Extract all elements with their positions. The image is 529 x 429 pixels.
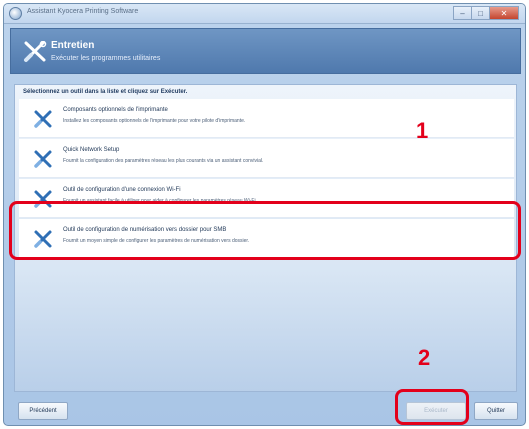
tool-item-optional-components[interactable]: Composants optionnels de l'imprimante In… bbox=[19, 99, 514, 138]
tool-description: Fournit la configuration des paramètres … bbox=[63, 158, 264, 164]
tool-name: Outil de configuration d'une connexion W… bbox=[63, 187, 181, 193]
tool-description: Fournit un moyen simple de configurer le… bbox=[63, 238, 250, 244]
maximize-icon[interactable]: □ bbox=[471, 6, 489, 20]
page-header: Entretien Exécuter les programmes utilit… bbox=[10, 28, 521, 74]
close-icon[interactable]: ✕ bbox=[489, 6, 519, 20]
tool-item-wifi-setup[interactable]: Outil de configuration d'une connexion W… bbox=[19, 179, 514, 218]
tools-icon bbox=[34, 190, 52, 208]
step-2-label: 2 bbox=[418, 345, 431, 370]
quit-button[interactable]: Quitter bbox=[474, 402, 518, 420]
window-controls: – □ ✕ bbox=[453, 6, 519, 20]
main-window: Assistant Kyocera Printing Software – □ … bbox=[3, 3, 526, 426]
app-icon bbox=[9, 7, 22, 20]
tool-name: Composants optionnels de l'imprimante bbox=[63, 107, 168, 113]
tool-description: Fournit un assistant facile à utiliser p… bbox=[63, 198, 257, 204]
minimize-icon[interactable]: – bbox=[453, 6, 471, 20]
tool-item-quick-network-setup[interactable]: Quick Network Setup Fournit la configura… bbox=[19, 139, 514, 178]
page-subtitle: Exécuter les programmes utilitaires bbox=[51, 55, 161, 62]
previous-button[interactable]: Précédent bbox=[18, 402, 68, 420]
step-1-label: 1 bbox=[416, 118, 429, 143]
tools-list: Composants optionnels de l'imprimante In… bbox=[19, 99, 514, 259]
title-bar[interactable]: Assistant Kyocera Printing Software – □ … bbox=[4, 4, 525, 24]
tool-name: Quick Network Setup bbox=[63, 147, 120, 153]
tools-panel: Sélectionnez un outil dans la liste et c… bbox=[14, 84, 517, 392]
tool-description: Installez les composants optionnels de l… bbox=[63, 118, 246, 124]
tool-item-scan-to-smb[interactable]: Outil de configuration de numérisation v… bbox=[19, 219, 514, 258]
tools-icon bbox=[34, 110, 52, 128]
window-title: Assistant Kyocera Printing Software bbox=[27, 8, 139, 15]
tools-icon bbox=[24, 41, 47, 62]
tool-name: Outil de configuration de numérisation v… bbox=[63, 227, 227, 233]
tools-icon bbox=[34, 230, 52, 248]
instruction-text: Sélectionnez un outil dans la liste et c… bbox=[23, 89, 188, 95]
page-title: Entretien bbox=[51, 40, 95, 51]
tools-icon bbox=[34, 150, 52, 168]
execute-button[interactable]: Exécuter bbox=[406, 402, 466, 420]
